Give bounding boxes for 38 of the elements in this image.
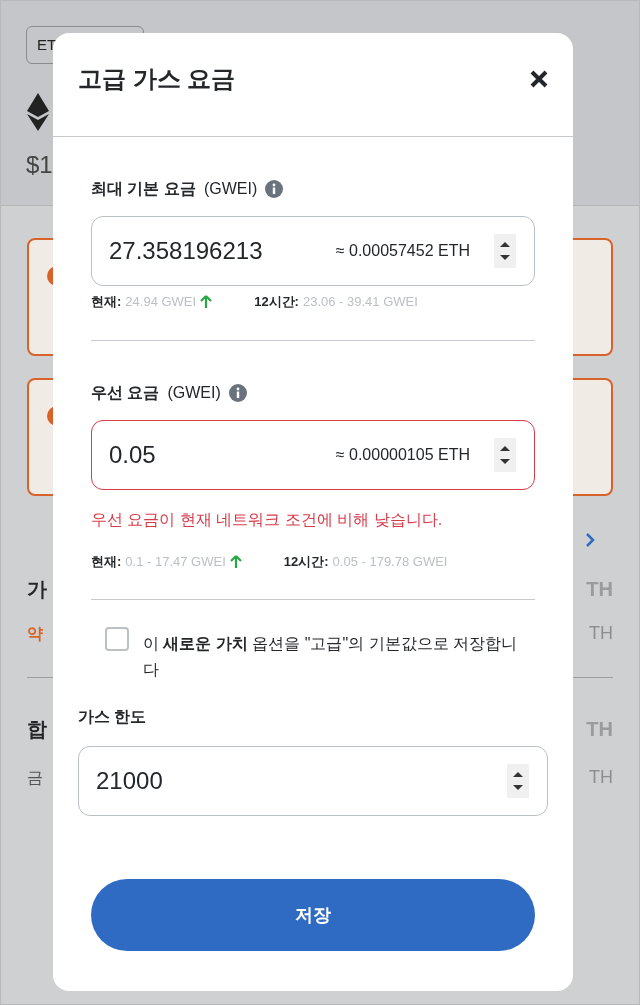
chevron-right-icon[interactable] (585, 532, 595, 548)
number-field[interactable]: 0.05 ≈ 0.00000105 ETH (91, 419, 535, 490)
hint-label: 12시간: (283, 552, 329, 571)
unit-label: (GWEI) (203, 179, 258, 199)
gas-limit-label: 가스 한도 (78, 707, 148, 727)
summary-label: 약 (27, 623, 43, 644)
eth-estimate: ≈ 0.00057452 ETH (335, 241, 470, 261)
gas-limit-field[interactable]: 21000 (78, 746, 548, 816)
save-button[interactable]: 저장 (91, 879, 535, 951)
hint-value: 0.1 - 17.47 GWEI (125, 552, 226, 571)
unit-label: (GWEI) (167, 382, 221, 403)
info-icon[interactable] (265, 180, 284, 198)
modal-title: 고급 가스 요금 (78, 64, 236, 94)
info-icon[interactable] (228, 383, 247, 402)
eth-estimate: ≈ 0.00000105 ETH (335, 444, 470, 465)
balance-amount: $1 (26, 150, 53, 180)
hint-label: 현재: (91, 552, 122, 571)
summary-label: 합 (27, 717, 47, 742)
summary-label: 가 (27, 577, 47, 602)
hint-label: 12시간: (254, 293, 299, 311)
ethereum-icon (26, 93, 50, 131)
summary-value: TH (589, 766, 613, 789)
summary-label: 금 (27, 767, 43, 788)
hint-value: 23.06 - 39.41 GWEI (302, 293, 418, 311)
field-label: 우선 요금 (91, 382, 160, 403)
checkbox-label: 이 새로운 가치 옵션을 "고급"의 기본값으로 저장합니다 (143, 634, 519, 680)
error-message: 우선 요금이 현재 네트워크 조건에 비해 낮습니다. (91, 509, 444, 530)
spinner-icon[interactable] (494, 437, 516, 472)
hint-value: 0.05 - 179.78 GWEI (332, 552, 448, 571)
number-field[interactable]: 27.358196213 ≈ 0.00057452 ETH (91, 216, 535, 286)
hint-value: 24.94 GWEI (125, 293, 197, 311)
hint-label: 현재: (91, 293, 122, 311)
field-label: 최대 기본 요금 (91, 179, 196, 199)
summary-value: TH (589, 622, 613, 645)
spinner-icon[interactable] (494, 234, 516, 268)
spinner-icon[interactable] (507, 764, 529, 798)
checkbox[interactable] (105, 627, 129, 651)
close-icon[interactable] (529, 69, 549, 89)
